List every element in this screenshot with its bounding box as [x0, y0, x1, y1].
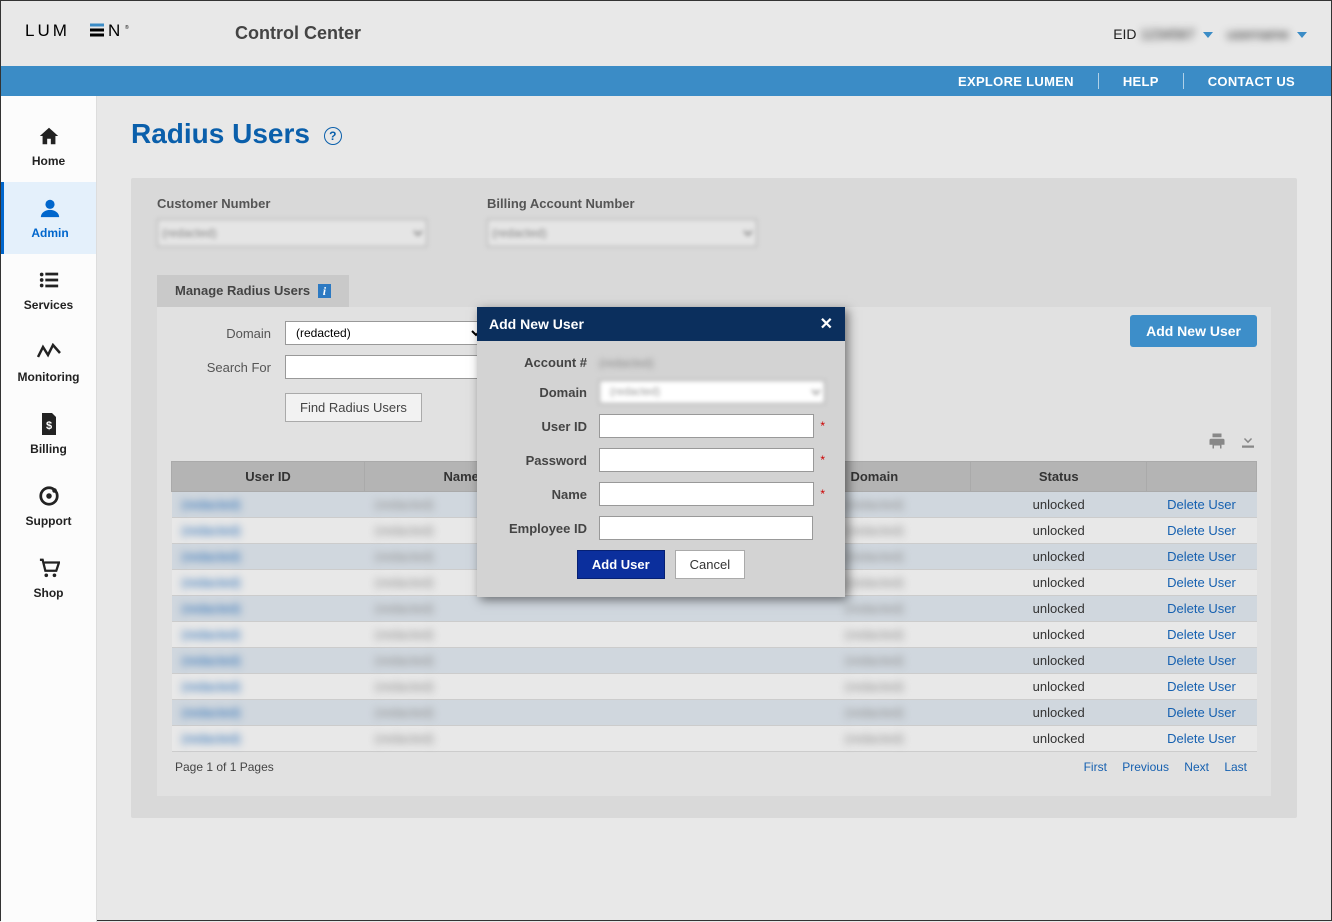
add-user-modal: Add New User ✕ Account # (redacted) Doma… — [477, 307, 845, 597]
table-row: (redacted)(redacted)(redacted)unlockedDe… — [172, 674, 1257, 700]
modal-account-value: (redacted) — [599, 356, 654, 370]
customer-number-select[interactable]: (redacted) — [157, 219, 427, 247]
user-link[interactable]: (redacted) — [182, 679, 241, 694]
pager-first[interactable]: First — [1084, 760, 1107, 774]
modal-password-label: Password — [497, 453, 587, 468]
modal-title: Add New User — [489, 316, 584, 332]
manage-tab: Manage Radius Users i — [157, 275, 349, 307]
chevron-down-icon — [1203, 32, 1213, 38]
user-link[interactable]: (redacted) — [182, 731, 241, 746]
modal-cancel-button[interactable]: Cancel — [675, 550, 745, 579]
svg-text:®: ® — [125, 24, 129, 31]
user-link[interactable]: (redacted) — [182, 497, 241, 512]
sidebar-item-shop[interactable]: Shop — [1, 542, 96, 614]
modal-domain-label: Domain — [497, 385, 587, 400]
user-link[interactable]: (redacted) — [182, 523, 241, 538]
modal-domain-select[interactable]: (redacted) — [599, 380, 825, 404]
print-icon[interactable] — [1208, 437, 1226, 454]
invoice-icon: $ — [37, 412, 61, 436]
page-title: Radius Users ? — [131, 118, 1297, 150]
billing-account-label: Billing Account Number — [487, 196, 757, 211]
app-title: Control Center — [235, 23, 361, 44]
col-action — [1147, 462, 1257, 492]
sidebar-item-monitoring[interactable]: Monitoring — [1, 326, 96, 398]
user-link[interactable]: (redacted) — [182, 653, 241, 668]
utility-nav: EXPLORE LUMEN HELP CONTACT US — [1, 66, 1331, 96]
delete-user-link[interactable]: Delete User — [1167, 549, 1236, 564]
pager-status: Page 1 of 1 Pages — [175, 760, 274, 774]
sidebar-item-admin[interactable]: Admin — [1, 182, 96, 254]
user-link[interactable]: (redacted) — [182, 601, 241, 616]
modal-userid-input[interactable] — [599, 414, 814, 438]
sidebar-item-billing[interactable]: $ Billing — [1, 398, 96, 470]
delete-user-link[interactable]: Delete User — [1167, 705, 1236, 720]
domain-label: Domain — [171, 326, 271, 341]
modal-add-button[interactable]: Add User — [577, 550, 665, 579]
add-new-user-button[interactable]: Add New User — [1130, 315, 1257, 347]
pager: Page 1 of 1 Pages First Previous Next La… — [171, 752, 1257, 782]
delete-user-link[interactable]: Delete User — [1167, 679, 1236, 694]
user-link[interactable]: (redacted) — [182, 705, 241, 720]
col-status: Status — [971, 462, 1147, 492]
modal-name-label: Name — [497, 487, 587, 502]
modal-empid-label: Employee ID — [497, 521, 587, 536]
lumen-logo: LUM N ® — [25, 19, 165, 48]
delete-user-link[interactable]: Delete User — [1167, 653, 1236, 668]
table-row: (redacted)(redacted)(redacted)unlockedDe… — [172, 622, 1257, 648]
pager-next[interactable]: Next — [1184, 760, 1209, 774]
table-row: (redacted)(redacted)(redacted)unlockedDe… — [172, 700, 1257, 726]
delete-user-link[interactable]: Delete User — [1167, 731, 1236, 746]
help-icon[interactable]: ? — [324, 127, 342, 145]
svg-text:LUM: LUM — [25, 21, 70, 40]
table-row: (redacted)(redacted)(redacted)unlockedDe… — [172, 596, 1257, 622]
chevron-down-icon — [1297, 32, 1307, 38]
delete-user-link[interactable]: Delete User — [1167, 601, 1236, 616]
sidebar-item-services[interactable]: Services — [1, 254, 96, 326]
delete-user-link[interactable]: Delete User — [1167, 497, 1236, 512]
nav-help[interactable]: HELP — [1117, 74, 1165, 89]
delete-user-link[interactable]: Delete User — [1167, 575, 1236, 590]
delete-user-link[interactable]: Delete User — [1167, 627, 1236, 642]
user-link[interactable]: (redacted) — [182, 549, 241, 564]
search-label: Search For — [171, 360, 271, 375]
modal-account-label: Account # — [497, 355, 587, 370]
modal-password-input[interactable] — [599, 448, 814, 472]
find-users-button[interactable]: Find Radius Users — [285, 393, 422, 422]
close-icon[interactable]: ✕ — [820, 314, 833, 334]
sidebar-item-support[interactable]: Support — [1, 470, 96, 542]
table-row: (redacted)(redacted)(redacted)unlockedDe… — [172, 648, 1257, 674]
domain-select[interactable]: (redacted) — [285, 321, 485, 345]
top-header: LUM N ® Control Center EID 1234567 usern… — [1, 1, 1331, 66]
delete-user-link[interactable]: Delete User — [1167, 523, 1236, 538]
pager-prev[interactable]: Previous — [1122, 760, 1169, 774]
cart-icon — [37, 556, 61, 580]
eid-dropdown[interactable]: EID 1234567 — [1113, 26, 1213, 42]
download-icon[interactable] — [1239, 437, 1257, 454]
billing-account-select[interactable]: (redacted) — [487, 219, 757, 247]
modal-empid-input[interactable] — [599, 516, 813, 540]
nav-contact[interactable]: CONTACT US — [1202, 74, 1301, 89]
user-link[interactable]: (redacted) — [182, 627, 241, 642]
user-icon — [38, 196, 62, 220]
gear-icon — [37, 484, 61, 508]
sidebar: Home Admin Services Monitoring $ Billing… — [1, 96, 97, 922]
table-row: (redacted)(redacted)(redacted)unlockedDe… — [172, 726, 1257, 752]
nav-explore[interactable]: EXPLORE LUMEN — [952, 74, 1080, 89]
svg-text:$: $ — [46, 420, 52, 432]
user-dropdown[interactable]: username — [1227, 26, 1307, 42]
svg-text:N: N — [108, 21, 123, 40]
sidebar-item-home[interactable]: Home — [1, 110, 96, 182]
chart-icon — [37, 340, 61, 364]
user-link[interactable]: (redacted) — [182, 575, 241, 590]
pager-last[interactable]: Last — [1224, 760, 1247, 774]
list-icon — [37, 268, 61, 292]
modal-userid-label: User ID — [497, 419, 587, 434]
search-input[interactable] — [285, 355, 485, 379]
modal-name-input[interactable] — [599, 482, 814, 506]
col-user-id: User ID — [172, 462, 365, 492]
info-icon[interactable]: i — [318, 284, 331, 298]
customer-number-label: Customer Number — [157, 196, 427, 211]
home-icon — [37, 124, 61, 148]
